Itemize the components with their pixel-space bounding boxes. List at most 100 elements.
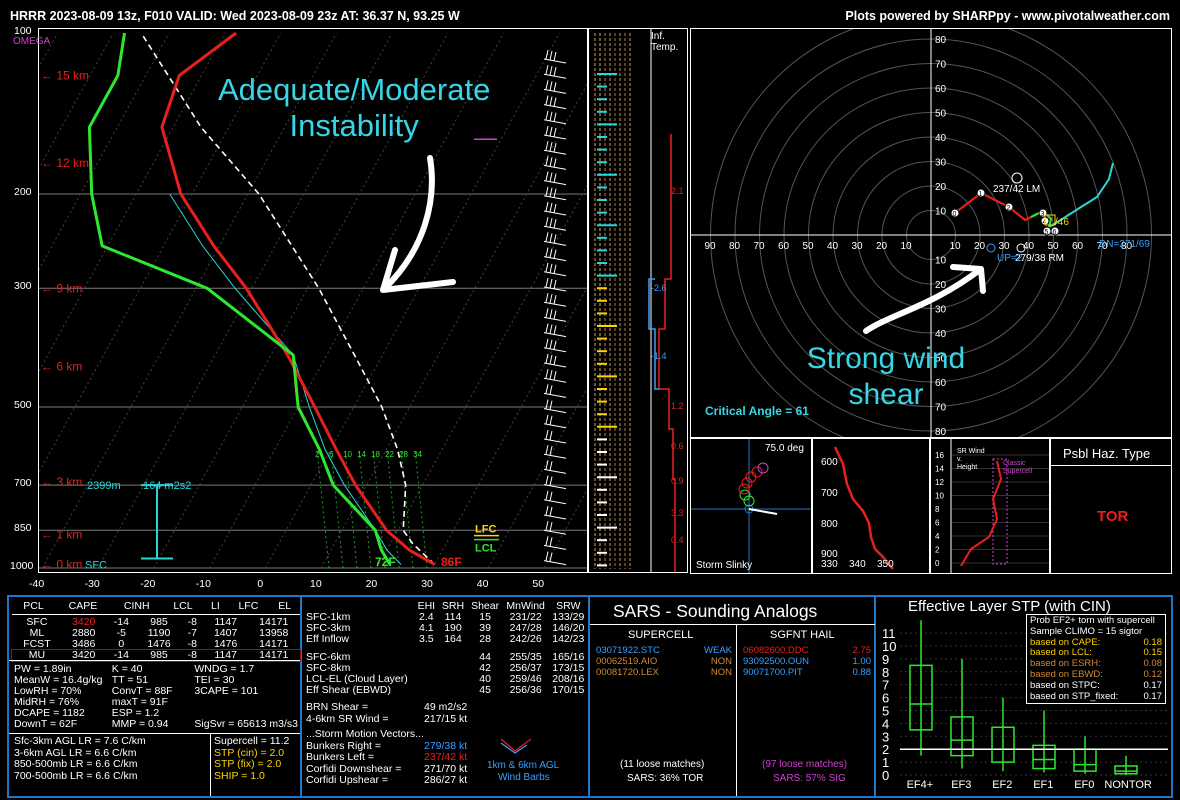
barb-staff (543, 104, 567, 110)
mixing-ratio-line (414, 449, 428, 569)
stp-legend-value: 0.17 (1143, 679, 1163, 691)
barb-staff (543, 256, 567, 262)
barb-flag (549, 263, 553, 273)
sr-wind-panel: 16 14 12 10 8 6 4 2 0 SR Wind v. Height Classic Super… (930, 438, 1050, 574)
kin-cell: SFC-6km (306, 651, 351, 663)
shear-annotation: Strong wind shear (786, 341, 986, 413)
hodo-tick-up: 80 (935, 35, 947, 46)
inf-title-1: Inf. (651, 31, 665, 42)
slinky-deg: 75.0 deg (765, 443, 804, 454)
isotherm (487, 387, 587, 569)
up-label: UP=2 (997, 253, 1023, 264)
composite-indices: Supercell = 11.2 STP (cin) = 2.0 STP (fi… (214, 735, 290, 782)
barb-flag (553, 371, 557, 381)
kin-cell: 256/36 (509, 684, 542, 696)
barb-staff (543, 392, 567, 398)
srw-tick: 8 (935, 505, 940, 514)
srw-tick: 6 (935, 519, 940, 528)
slinky-vector (748, 508, 778, 515)
parcel-head: LFC (238, 600, 259, 612)
barb-flag (549, 157, 553, 167)
barb-staff (543, 301, 567, 307)
inf-title-2: Temp. (651, 42, 679, 53)
wind-barb (543, 384, 567, 398)
mixing-ratio-label: 34 (413, 450, 422, 459)
barb-flag (553, 340, 557, 350)
barb-flag (549, 552, 553, 562)
stp-legend-row: based on STPC: 0.17 (1030, 679, 1163, 692)
bunkers-left-label: Bunkers Left = (306, 751, 374, 763)
index-table: PW = 1.89in K = 40 WNDG = 1.7 MeanW = 16.4g… (12, 664, 300, 730)
barb-staff (543, 514, 567, 520)
srw-tick: 16 (935, 451, 944, 460)
barb-staff (543, 73, 567, 79)
barb-flag (553, 67, 557, 77)
inf-temp-value: 2.1 (671, 186, 684, 196)
barb-flag (553, 219, 557, 229)
instability-arrow (380, 155, 456, 293)
sars-hail-row: 90071700.PIT 0.88 (743, 667, 871, 678)
wind-barb (543, 232, 567, 246)
kin-cell (414, 674, 438, 685)
barb-flag (553, 325, 557, 335)
barb-flag (545, 262, 549, 272)
barb-flag (545, 338, 549, 348)
hodo-trace-red (954, 191, 1032, 222)
hodo-tick-down: 10 (935, 256, 947, 267)
stp-legend-label: based on STPC: (1030, 679, 1100, 691)
index-cell: SigSvr = 65613 m3/s3 (194, 718, 298, 730)
inf-temp-value: 0.6 (671, 441, 684, 451)
srw-region-label: Classic (1003, 460, 1026, 467)
hazard-title: Psbl Haz. Type (1063, 446, 1151, 461)
barb-flag (549, 324, 553, 334)
kinematics-table: EHI SRH Shear MnWind SRW SFC-1km 2.4 114 15 231/2… (304, 601, 588, 696)
barb-flag (545, 217, 549, 227)
theta-y-800: 800 (821, 519, 838, 530)
barb-staff (543, 119, 567, 125)
slinky-plot (691, 439, 811, 573)
barb-flag (549, 461, 553, 471)
lapse-rate: Sfc-3km AGL LR = 7.6 C/km (14, 735, 146, 747)
barb-label-1: 1km & 6km AGL (487, 760, 560, 771)
barb-flag (553, 158, 557, 168)
barb-flag (549, 430, 553, 441)
sfc-dewpoint: 72F (375, 555, 396, 569)
sars-supercell-row: 00062519.AIO NON (596, 656, 732, 667)
stp-ytick: 0 (882, 768, 889, 783)
sars-supercell-row: 00081720.LEX NON (596, 667, 732, 678)
barb-flag (549, 218, 553, 228)
barb-flag (549, 202, 553, 213)
supercell-index: Supercell = 11.2 (214, 735, 290, 747)
temperature-tick: 0 (257, 578, 264, 590)
storm-motion: BRN Shear = 49 m2/s2 4-6km SR Wind = 217/1… (306, 701, 467, 787)
hodo-tick-up: 30 (935, 158, 947, 169)
mixing-ratio-label: 14 (357, 450, 366, 459)
wind-barb (543, 369, 567, 383)
stp-legend: Prob EF2+ torn with supercell Sample CLIM… (1026, 614, 1166, 705)
wind-barb (543, 414, 567, 429)
stp-category: EF4+ (907, 779, 934, 791)
barb-flag (553, 97, 557, 107)
wind-barb (543, 65, 567, 79)
lcl-label: LCL (475, 543, 497, 555)
barb-flag (549, 491, 553, 501)
mixing-ratio-label: 22 (385, 450, 394, 459)
temperature-tick: 20 (365, 578, 378, 590)
temperature-tick: 50 (532, 578, 545, 590)
sars-super-pct: SARS: 36% TOR (627, 773, 704, 784)
barb-flag (553, 203, 557, 214)
hodo-tick-up: 40 (935, 133, 947, 144)
hazard-panel: Psbl Haz. Type TOR (1050, 438, 1172, 574)
hodo-tick-x: 80 (729, 241, 741, 252)
barb-flag (553, 82, 557, 92)
srw-tick: 12 (935, 478, 944, 487)
height-label: ← 3 km (41, 475, 82, 489)
wind-barb (543, 95, 567, 110)
hodo-tick-x: 30 (852, 241, 864, 252)
kin-cell: Eff Shear (EBWD) (306, 684, 391, 696)
lm-marker (1011, 172, 1023, 184)
shear-line1: Strong wind (806, 342, 966, 375)
barb-flag (549, 294, 553, 304)
barb-flag (545, 323, 549, 333)
brn-label: BRN Shear = (306, 701, 369, 713)
